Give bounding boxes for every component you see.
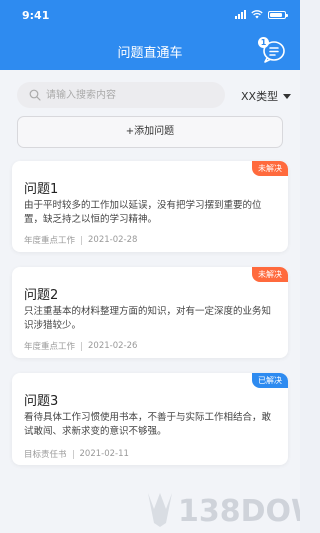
meta-divider	[81, 235, 83, 245]
type-dropdown-label: XX类型	[241, 90, 279, 103]
wifi-icon	[251, 10, 263, 19]
question-date: 2021-02-28	[88, 235, 138, 245]
question-category: 年度重点工作	[24, 342, 76, 352]
status-icons	[235, 10, 288, 19]
question-description: 只注重基本的材料整理方面的知识，对有一定深度的业务知识涉猎较少。	[24, 306, 272, 331]
question-title: 问题3	[24, 394, 59, 409]
question-description: 由于平时较多的工作加以延误，没有把学习摆到重要的位置，缺乏持之以恒的学习精神。	[24, 200, 262, 225]
type-dropdown[interactable]: XX类型	[241, 88, 292, 104]
caret-down-icon	[283, 93, 292, 99]
app-header: 9:41 问题直通车 1	[0, 0, 300, 70]
question-meta: 目标责任书 2021-02-11	[24, 448, 129, 460]
meta-divider	[81, 341, 83, 351]
status-bar: 9:41	[0, 0, 300, 30]
question-category: 目标责任书	[24, 450, 67, 460]
status-time: 9:41	[22, 9, 50, 22]
question-meta: 年度重点工作 2021-02-26	[24, 340, 137, 352]
message-button[interactable]: 1	[258, 37, 286, 63]
battery-icon	[268, 10, 288, 19]
question-description: 看待具体工作习惯使用书本，不善于与实际工作相结合，敢试敢闯、求新求变的意识不够强…	[24, 412, 272, 437]
question-date: 2021-02-11	[79, 449, 129, 459]
add-question-button[interactable]: +添加问题	[17, 116, 283, 148]
message-badge: 1	[258, 37, 269, 48]
page-title: 问题直通车	[117, 46, 183, 61]
question-card[interactable]: 未解决 问题2 只注重基本的材料整理方面的知识，对有一定深度的业务知识涉猎较少。…	[12, 267, 288, 358]
question-card[interactable]: 未解决 问题1 由于平时较多的工作加以延误，没有把学习摆到重要的位置，缺乏持之以…	[12, 161, 288, 252]
status-badge: 已解决	[252, 373, 288, 388]
status-badge: 未解决	[252, 267, 288, 282]
watermark-logo: 138DOWN	[148, 493, 300, 529]
main-content: XX类型 +添加问题 未解决 问题1 由于平时较多的工作加以延误，没有把学习摆到…	[0, 70, 300, 533]
question-date: 2021-02-26	[88, 341, 138, 351]
question-title: 问题2	[24, 288, 59, 303]
question-title: 问题1	[24, 182, 59, 197]
search-icon	[29, 89, 41, 101]
question-category: 年度重点工作	[24, 236, 76, 246]
question-meta: 年度重点工作 2021-02-28	[24, 234, 137, 246]
search-bar[interactable]	[17, 82, 225, 108]
status-badge: 未解决	[252, 161, 288, 176]
watermark-text: 138DOWN	[178, 494, 300, 529]
meta-divider	[72, 449, 74, 459]
search-input[interactable]	[46, 82, 216, 108]
signal-icon	[235, 10, 246, 19]
question-card[interactable]: 已解决 问题3 看待具体工作习惯使用书本，不善于与实际工作相结合，敢试敢闯、求新…	[12, 373, 288, 465]
